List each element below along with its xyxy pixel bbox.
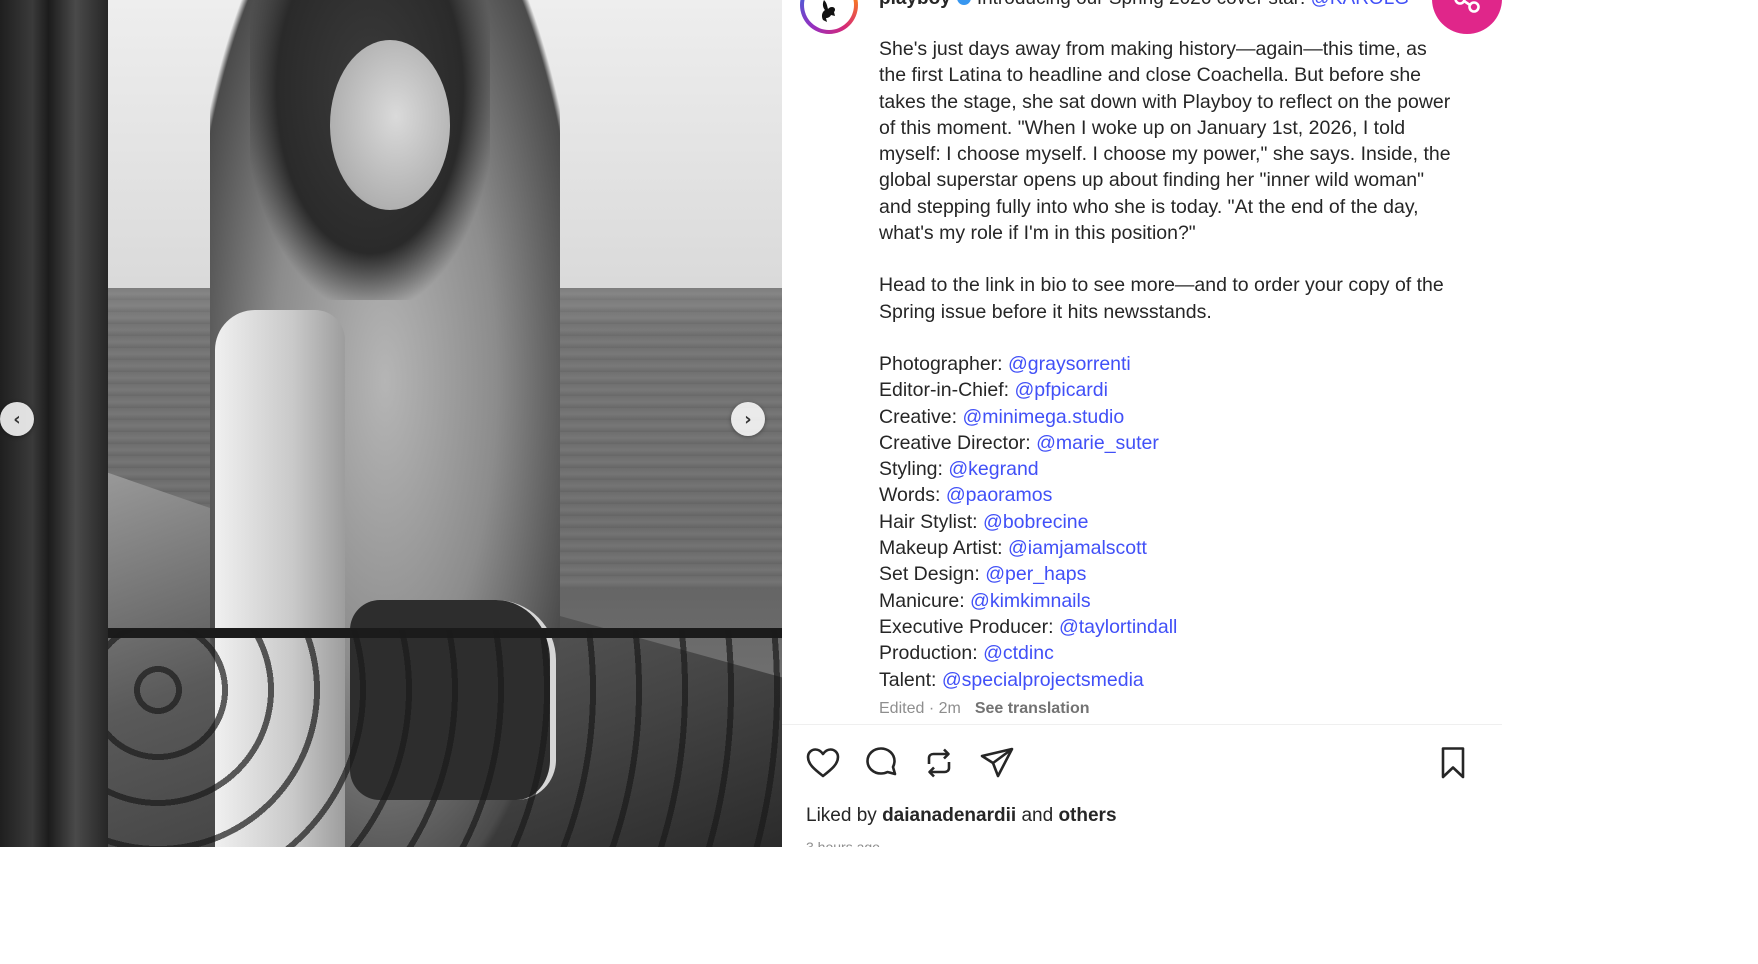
credit-handle-link[interactable]: @marie_suter: [1036, 432, 1159, 454]
share-link-icon: [1454, 0, 1480, 13]
comment-button[interactable]: [862, 744, 902, 784]
chevron-left-icon: ‹: [13, 408, 21, 430]
credit-line: Set Design: @per_haps: [879, 561, 1459, 587]
carousel-next-button[interactable]: ›: [731, 402, 765, 436]
credit-line: Creative Director: @marie_suter: [879, 430, 1459, 456]
carousel-prev-button[interactable]: ‹: [0, 402, 34, 436]
credit-role: Talent:: [879, 668, 937, 691]
liked-and: and: [1021, 805, 1054, 826]
credit-line: Makeup Artist: @iamjamalscott: [879, 535, 1459, 561]
credit-line: Manicure: @kimkimnails: [879, 588, 1459, 614]
repost-icon: [927, 748, 951, 778]
paper-plane-icon: [980, 747, 1014, 778]
liked-prefix: Liked by: [806, 805, 877, 826]
credit-line: Hair Stylist: @bobrecine: [879, 509, 1459, 535]
credit-line: Styling: @kegrand: [879, 456, 1459, 482]
post-username[interactable]: playboy: [879, 0, 951, 9]
credit-role: Photographer:: [879, 352, 1003, 375]
divider: [782, 724, 1502, 725]
caption-pane: playboy Introducing our Spring 2026 cover…: [782, 0, 1758, 964]
credit-role: Manicure:: [879, 589, 965, 612]
bookmark-icon: [1441, 747, 1465, 779]
intro-text: Introducing our Spring 2026 cover star:: [977, 0, 1305, 9]
credit-line: Editor-in-Chief: @pfpicardi: [879, 377, 1459, 403]
credit-handle-link[interactable]: @minimega.studio: [962, 406, 1124, 428]
credit-handle-link[interactable]: @taylortindall: [1059, 616, 1177, 638]
action-bar: [804, 744, 1484, 784]
save-button[interactable]: [1434, 744, 1474, 784]
repost-button[interactable]: [920, 744, 960, 784]
credit-line: Photographer: @graysorrenti: [879, 351, 1459, 377]
credit-line: Creative: @minimega.studio: [879, 404, 1459, 430]
credit-line: Talent: @specialprojectsmedia: [879, 667, 1459, 693]
post-header-line: playboy Introducing our Spring 2026 cover…: [879, 0, 1499, 12]
photo-face: [330, 40, 450, 210]
post-meta: Edited · 2m See translation: [879, 700, 1090, 718]
credit-handle-link[interactable]: @paoramos: [946, 484, 1053, 506]
post-photo[interactable]: [0, 0, 782, 847]
intro-mention[interactable]: @KAROLG: [1311, 0, 1409, 9]
credit-role: Words:: [879, 484, 941, 507]
heart-icon: [806, 748, 840, 778]
credit-line: Words: @paoramos: [879, 482, 1459, 508]
credit-handle-link[interactable]: @per_haps: [985, 563, 1086, 585]
avatar[interactable]: [800, 0, 858, 34]
credit-role: Styling:: [879, 458, 943, 481]
share-fab-button[interactable]: [1432, 0, 1502, 34]
credit-line: Executive Producer: @taylortindall: [879, 614, 1459, 640]
credits-list: Photographer: @graysorrenti Editor-in-Chi…: [879, 351, 1459, 693]
photo-railing: [108, 630, 782, 847]
credit-role: Production:: [879, 642, 978, 665]
edited-label: Edited · 2m: [879, 700, 961, 717]
credit-role: Creative Director:: [879, 431, 1031, 454]
liked-by: Liked by daianadenardii and others: [806, 805, 1117, 827]
verified-badge-icon: [956, 0, 971, 5]
credit-handle-link[interactable]: @kegrand: [948, 458, 1038, 480]
credit-role: Makeup Artist:: [879, 537, 1003, 560]
post-time-ago: 3 hours ago: [806, 839, 880, 847]
bunny-logo-icon: [821, 0, 836, 22]
credit-line: Production: @ctdinc: [879, 640, 1459, 666]
credit-handle-link[interactable]: @pfpicardi: [1014, 379, 1108, 401]
credit-role: Editor-in-Chief:: [879, 379, 1010, 402]
comment-icon: [866, 747, 897, 776]
liked-others-link[interactable]: others: [1058, 805, 1116, 826]
share-button[interactable]: [978, 744, 1018, 784]
chevron-right-icon: ›: [744, 408, 752, 430]
credit-role: Set Design:: [879, 563, 980, 586]
caption-paragraph: Head to the link in bio to see more—and …: [879, 274, 1444, 323]
like-button[interactable]: [804, 744, 844, 784]
credit-role: Executive Producer:: [879, 615, 1054, 638]
credit-handle-link[interactable]: @graysorrenti: [1008, 353, 1131, 375]
credit-role: Creative:: [879, 405, 958, 428]
see-translation-link[interactable]: See translation: [975, 700, 1090, 717]
credit-role: Hair Stylist:: [879, 510, 978, 533]
credit-handle-link[interactable]: @specialprojectsmedia: [942, 669, 1144, 691]
credit-handle-link[interactable]: @bobrecine: [983, 511, 1088, 533]
credit-handle-link[interactable]: @kimkimnails: [970, 590, 1091, 612]
caption-paragraph: She's just days away from making history…: [879, 38, 1451, 245]
credit-handle-link[interactable]: @ctdinc: [983, 642, 1054, 664]
liked-user-link[interactable]: daianadenardii: [882, 805, 1016, 826]
post-caption: She's just days away from making history…: [879, 36, 1459, 693]
credit-handle-link[interactable]: @iamjamalscott: [1008, 537, 1147, 559]
